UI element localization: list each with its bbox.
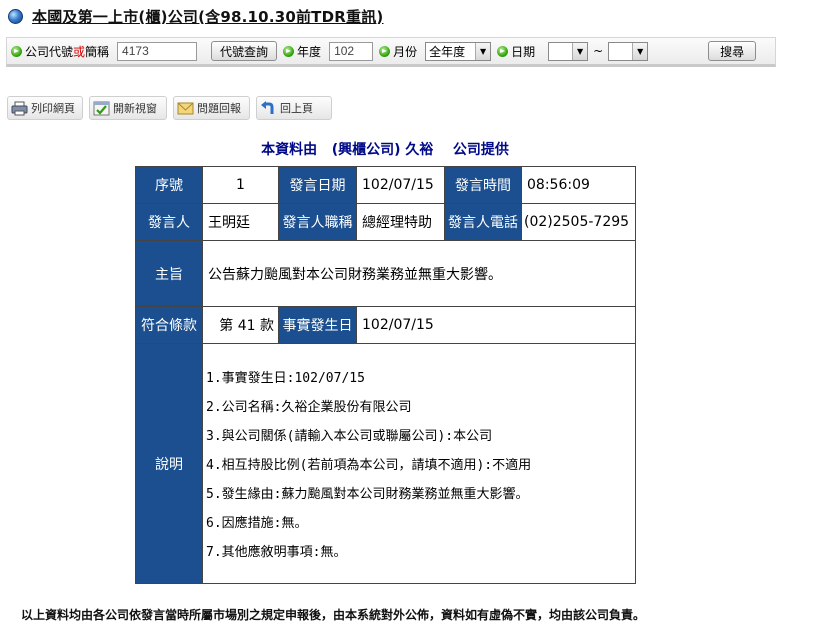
- back-label: 回上頁: [280, 102, 313, 115]
- year-input[interactable]: [329, 41, 374, 61]
- seq-value: 1: [202, 166, 279, 204]
- window-check-icon: [93, 101, 110, 115]
- event-date-value: 102/07/15: [356, 306, 636, 344]
- date-to-select[interactable]: ▼: [608, 41, 649, 61]
- description-cell: 1.事實發生日:102/07/15 2.公司名稱:久裕企業股份有限公司 3.與公…: [202, 343, 636, 584]
- speaker-label: 發言人: [135, 203, 203, 241]
- time-label: 發言時間: [444, 166, 522, 204]
- arrow-bullet-icon: [11, 45, 22, 57]
- date-label: 日期: [511, 44, 536, 59]
- print-page-button[interactable]: 列印網頁: [7, 96, 83, 120]
- date-label: 發言日期: [278, 166, 357, 204]
- company-code-label: 公司代號或簡稱: [25, 44, 110, 59]
- chevron-down-icon: ▼: [632, 42, 648, 60]
- table-row: 發言人 王明廷 發言人職稱 總經理特助 發言人電話 (02)2505-7295: [135, 203, 636, 241]
- month-select-value: 全年度: [429, 44, 466, 59]
- open-new-window-button[interactable]: 開新視窗: [89, 96, 167, 120]
- provider-company: 久裕: [405, 142, 434, 158]
- provider-prefix: 本資料由: [261, 142, 318, 158]
- speaker-phone-label: 發言人電話: [444, 203, 522, 241]
- date-from-select[interactable]: ▼: [548, 41, 589, 61]
- month-label: 月份: [393, 44, 418, 59]
- arrow-bullet-icon: [379, 45, 391, 57]
- subject-value: 公告蘇力颱風對本公司財務業務並無重大影響。: [202, 240, 636, 307]
- clause-label: 符合條款: [135, 306, 203, 344]
- company-code-input[interactable]: [117, 41, 198, 61]
- table-row: 符合條款 第 41 款 事實發生日 102/07/15: [135, 306, 636, 344]
- table-row: 主旨 公告蘇力颱風對本公司財務業務並無重大影響。: [135, 240, 636, 307]
- event-date-label: 事實發生日: [278, 306, 357, 344]
- search-button[interactable]: 搜尋: [708, 41, 757, 61]
- page-title: 本國及第一上市(櫃)公司(含98.10.30前TDR重訊): [32, 7, 384, 26]
- description-line: 7.其他應敘明事項:無。: [206, 545, 347, 560]
- print-page-label: 列印網頁: [31, 102, 75, 115]
- date-value: 102/07/15: [356, 166, 445, 204]
- description-line: 1.事實發生日:102/07/15: [206, 371, 365, 386]
- description-line: 2.公司名稱:久裕企業股份有限公司: [206, 400, 412, 415]
- provider-suffix: 公司提供: [452, 142, 509, 158]
- code-lookup-button[interactable]: 代號查詢: [211, 41, 278, 61]
- description-line: 3.與公司關係(請輸入本公司或聯屬公司):本公司: [206, 429, 493, 444]
- title-row: 本國及第一上市(櫃)公司(含98.10.30前TDR重訊): [8, 6, 383, 26]
- description-label: 說明: [135, 343, 203, 584]
- globe-icon: [8, 8, 23, 24]
- month-select[interactable]: 全年度 ▼: [425, 41, 492, 61]
- table-row: 說明 1.事實發生日:102/07/15 2.公司名稱:久裕企業股份有限公司 3…: [135, 343, 636, 584]
- arrow-bullet-icon: [497, 45, 509, 57]
- arrow-bullet-icon: [283, 45, 295, 57]
- time-value: 08:56:09: [521, 166, 636, 204]
- speaker-phone-value: (02)2505-7295: [521, 203, 636, 241]
- speaker-title-value: 總經理特助: [356, 203, 445, 241]
- speaker-value: 王明廷: [202, 203, 279, 241]
- back-button[interactable]: 回上頁: [256, 96, 332, 120]
- year-label: 年度: [297, 44, 322, 59]
- envelope-icon: [177, 102, 194, 114]
- speaker-title-label: 發言人職稱: [278, 203, 357, 241]
- table-row: 序號 1 發言日期 102/07/15 發言時間 08:56:09: [135, 166, 636, 204]
- chevron-down-icon: ▼: [572, 42, 588, 60]
- description-text: 1.事實發生日:102/07/15 2.公司名稱:久裕企業股份有限公司 3.與公…: [203, 344, 635, 567]
- description-line: 4.相互持股比例(若前項為本公司，請填不適用):不適用: [206, 458, 532, 473]
- printer-icon: [11, 101, 28, 115]
- provider-line: 本資料由 (興櫃公司) 久裕 公司提供: [0, 139, 770, 159]
- seq-label: 序號: [135, 166, 203, 204]
- clause-value: 第 41 款: [202, 306, 279, 344]
- report-issue-button[interactable]: 問題回報: [173, 96, 250, 120]
- search-bar: 公司代號或簡稱 代號查詢 年度 月份 全年度 ▼ 日期 ▼ ~ ▼ 搜尋: [6, 37, 776, 67]
- toolbar: 列印網頁 開新視窗 問題回報 回上頁: [7, 96, 332, 120]
- back-arrow-icon: [261, 100, 274, 114]
- open-new-window-label: 開新視窗: [113, 102, 157, 115]
- chevron-down-icon: ▼: [475, 42, 491, 60]
- disclaimer-text: 以上資料均由各公司依發言當時所屬市場別之規定申報後，由本系統對外公佈，資料如有虛…: [21, 608, 646, 622]
- subject-label: 主旨: [135, 240, 203, 307]
- announcement-table: 序號 1 發言日期 102/07/15 發言時間 08:56:09 發言人 王明…: [135, 166, 636, 584]
- date-separator: ~: [593, 44, 604, 58]
- description-line: 6.因應措施:無。: [206, 516, 308, 531]
- provider-market: (興櫃公司): [331, 142, 401, 158]
- description-line: 5.發生緣由:蘇力颱風對本公司財務業務並無重大影響。: [206, 487, 529, 502]
- report-issue-label: 問題回報: [197, 102, 241, 115]
